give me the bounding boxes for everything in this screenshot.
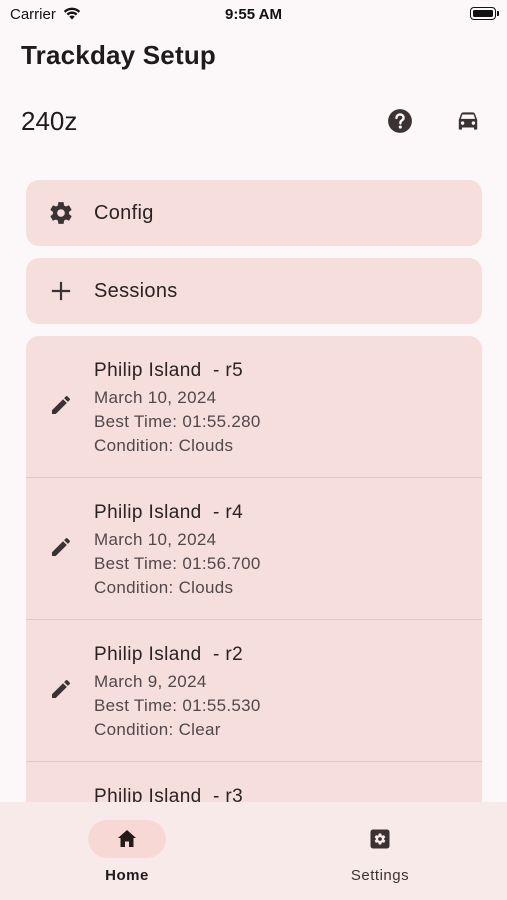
session-condition: Condition: Clear — [94, 720, 221, 739]
config-label: Config — [94, 201, 154, 224]
help-button[interactable] — [380, 101, 420, 141]
session-track: Philip Island - r5 — [94, 360, 244, 381]
car-icon — [458, 112, 478, 130]
edit-icon[interactable] — [46, 674, 76, 704]
tab-settings[interactable]: Settings — [320, 820, 440, 890]
bottom-nav: Home Settings — [0, 802, 507, 900]
list-item[interactable]: Philip Island - r5 March 10, 2024 Best T… — [26, 336, 482, 478]
session-track: Philip Island - r4 — [94, 502, 244, 523]
sessions-label: Sessions — [94, 279, 178, 302]
home-icon — [118, 830, 136, 847]
car-name: 240z — [21, 106, 78, 136]
session-best-time: Best Time: 01:56.700 — [94, 554, 261, 573]
tab-settings-label: Settings — [350, 867, 410, 884]
page-title: Trackday Setup — [21, 40, 216, 70]
session-condition: Condition: Clouds — [94, 578, 234, 597]
tab-home-pill — [88, 820, 166, 858]
battery-icon — [470, 7, 499, 20]
tab-settings-pill — [341, 820, 419, 858]
list-item[interactable]: Philip Island - r2 March 9, 2024 Best Ti… — [26, 620, 482, 762]
session-condition: Condition: Clouds — [94, 436, 234, 455]
session-track: Philip Island - r2 — [94, 644, 244, 665]
settings-icon — [370, 829, 390, 849]
list-item[interactable]: Philip Island - r4 March 10, 2024 Best T… — [26, 478, 482, 620]
session-date: March 10, 2024 — [94, 388, 217, 407]
edit-icon[interactable] — [46, 532, 76, 562]
config-button[interactable]: Config — [26, 180, 482, 246]
sessions-button[interactable]: Sessions — [26, 258, 482, 324]
gear-icon — [46, 198, 76, 228]
session-date: March 10, 2024 — [94, 530, 217, 549]
tab-home-label: Home — [105, 867, 149, 884]
session-best-time: Best Time: 01:55.530 — [94, 696, 261, 715]
session-date: March 9, 2024 — [94, 672, 207, 691]
session-list: Philip Island - r5 March 10, 2024 Best T… — [26, 336, 482, 856]
clock: 9:55 AM — [225, 6, 282, 23]
session-best-time: Best Time: 01:55.280 — [94, 412, 261, 431]
status-bar: Carrier 9:55 AM — [0, 0, 507, 30]
edit-icon[interactable] — [46, 390, 76, 420]
help-circle-icon — [388, 109, 412, 133]
tab-home[interactable]: Home — [67, 820, 187, 890]
car-button[interactable] — [448, 101, 488, 141]
plus-icon — [46, 276, 76, 306]
